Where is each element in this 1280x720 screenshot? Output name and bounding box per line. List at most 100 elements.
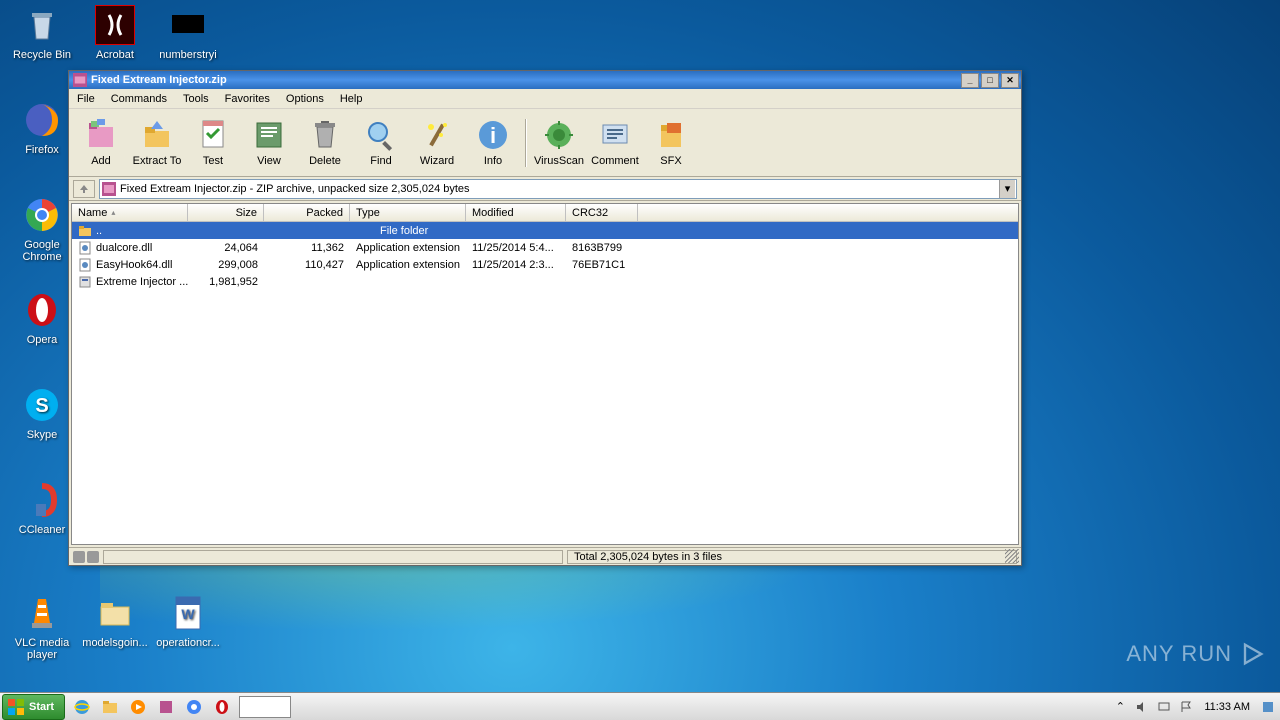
dll-icon [78,241,92,255]
up-button[interactable] [73,180,95,198]
chrome-taskbar-icon[interactable] [181,696,207,718]
toolbar-add[interactable]: Add [73,113,129,173]
menu-commands[interactable]: Commands [103,91,175,107]
ccleaner-icon [22,480,62,520]
file-size: 24,064 [188,242,264,254]
icon-label: Google Chrome [22,239,61,263]
acrobat-icon [95,5,135,45]
taskbar-active-window[interactable] [239,696,291,718]
opera-taskbar-icon[interactable] [209,696,235,718]
file-row[interactable]: EasyHook64.dll299,008110,427Application … [72,256,1018,273]
toolbar-extract-to[interactable]: Extract To [129,113,185,173]
toolbar-info[interactable]: i Info [465,113,521,173]
icon-label: Acrobat [96,49,134,61]
status-icon-1[interactable] [73,551,85,563]
extract-icon [141,119,173,151]
svg-text:W: W [181,606,195,622]
delete-icon [309,119,341,151]
file-name: .. [96,225,102,237]
icon-label: operationcr... [156,637,220,649]
toolbar-delete[interactable]: Delete [297,113,353,173]
icon-label: numberstryi [159,49,216,61]
file-rows: ..File folderdualcore.dll24,06411,362App… [72,222,1018,290]
column-headers: Name▴ Size Packed Type Modified CRC32 [72,204,1018,222]
start-button[interactable]: Start [2,694,65,720]
mediaplayer-icon[interactable] [125,696,151,718]
watermark: ANY RUN [1126,640,1266,668]
path-field[interactable]: Fixed Extream Injector.zip - ZIP archive… [99,179,1017,199]
volume-icon[interactable] [1134,699,1150,715]
info-icon: i [477,119,509,151]
desktop-icon-vlc[interactable]: VLC media player [5,593,79,661]
toolbar-virusscan[interactable]: VirusScan [531,113,587,173]
toolbar-label: Info [484,155,502,167]
sfx-icon [655,119,687,151]
file-type: Application extension [350,259,466,271]
maximize-button[interactable]: □ [981,73,999,88]
toolbar-label: Find [370,155,391,167]
minimize-button[interactable]: _ [961,73,979,88]
desktop-icon-acrobat[interactable]: Acrobat [78,5,152,61]
toolbar-view[interactable]: View [241,113,297,173]
col-modified[interactable]: Modified [466,204,566,221]
ie-icon[interactable] [69,696,95,718]
file-row[interactable]: dualcore.dll24,06411,362Application exte… [72,239,1018,256]
col-type[interactable]: Type [350,204,466,221]
menu-tools[interactable]: Tools [175,91,217,107]
toolbar-test[interactable]: Test [185,113,241,173]
svg-text:S: S [35,395,48,417]
show-desktop-icon[interactable] [1260,699,1276,715]
exe-icon [78,275,92,289]
winrar-taskbar-icon[interactable] [153,696,179,718]
toolbar-label: Add [91,155,111,167]
opera-icon [22,290,62,330]
flag-icon[interactable] [1178,699,1194,715]
tray-expand-icon[interactable]: ⌃ [1112,699,1128,715]
clock[interactable]: 11:33 AM [1200,701,1254,713]
file-row[interactable]: Extreme Injector ...1,981,952 [72,273,1018,290]
toolbar-label: View [257,155,281,167]
network-icon[interactable] [1156,699,1172,715]
desktop-icon-cmd[interactable]: numberstryi [151,5,225,61]
titlebar[interactable]: Fixed Extream Injector.zip _ □ ✕ [69,71,1021,89]
explorer-icon[interactable] [97,696,123,718]
file-name: Extreme Injector ... [96,276,188,288]
status-icon-2[interactable] [87,551,99,563]
path-dropdown-button[interactable]: ▾ [999,180,1015,198]
cmd-icon [168,5,208,45]
wizard-icon [421,119,453,151]
icon-label: CCleaner [19,524,65,536]
folder-icon [95,593,135,633]
toolbar-wizard[interactable]: Wizard [409,113,465,173]
col-crc[interactable]: CRC32 [566,204,638,221]
file-size: 299,008 [188,259,264,271]
toolbar-sfx[interactable]: SFX [643,113,699,173]
icon-label: VLC media player [15,637,69,661]
toolbar-comment[interactable]: Comment [587,113,643,173]
col-size[interactable]: Size [188,204,264,221]
icon-label: Skype [27,429,58,441]
status-text: Total 2,305,024 bytes in 3 files [567,550,1017,564]
icon-label: Recycle Bin [13,49,71,61]
resize-grip[interactable] [1005,549,1019,563]
col-packed[interactable]: Packed [264,204,350,221]
toolbar: Add Extract ToTest View Delete Find Wizardi In… [69,109,1021,177]
menu-file[interactable]: File [69,91,103,107]
test-icon [197,119,229,151]
toolbar-find[interactable]: Find [353,113,409,173]
menu-options[interactable]: Options [278,91,332,107]
desktop-icon-folder[interactable]: modelsgoin... [78,593,152,649]
toolbar-label: SFX [660,155,681,167]
menu-favorites[interactable]: Favorites [217,91,278,107]
close-button[interactable]: ✕ [1001,73,1019,88]
desktop-icon-recycle-bin[interactable]: Recycle Bin [5,5,79,61]
toolbar-label: Comment [591,155,639,167]
menu-help[interactable]: Help [332,91,371,107]
find-icon [365,119,397,151]
word-icon: W [168,593,208,633]
col-name[interactable]: Name▴ [72,204,188,221]
desktop-icon-word[interactable]: Woperationcr... [151,593,225,649]
file-row[interactable]: ..File folder [72,222,1018,239]
file-crc: 8163B799 [566,242,638,254]
firefox-icon [22,100,62,140]
